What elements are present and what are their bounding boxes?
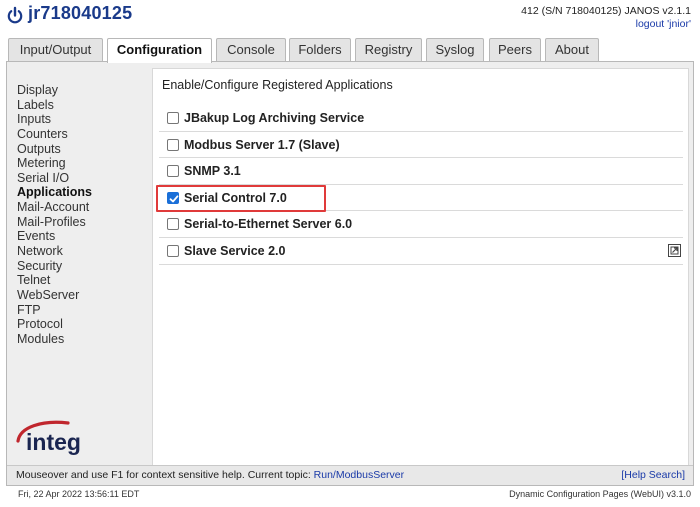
header: jr718040125 412 (S/N 718040125) JANOS v2… [0,0,700,36]
app-checkbox[interactable] [167,218,179,231]
app-checkbox[interactable] [167,112,179,124]
footer-version: Dynamic Configuration Pages (WebUI) v3.1… [509,489,691,499]
tab-console[interactable]: Console [216,38,286,61]
applications-panel: Enable/Configure Registered Applications… [152,68,689,465]
content-frame: Display Labels Inputs Counters Outputs M… [6,61,694,486]
sidebar-item-ftp[interactable]: FTP [17,303,92,318]
app-list: JBakup Log Archiving Service Modbus Serv… [156,105,683,265]
sidebar-item-serial-io[interactable]: Serial I/O [17,171,92,186]
app-checkbox[interactable] [167,138,179,151]
integ-logo-text: integ [26,429,81,455]
app-label[interactable]: Serial-to-Ethernet Server 6.0 [184,217,352,231]
tab-registry[interactable]: Registry [355,38,422,61]
app-label[interactable]: Serial Control 7.0 [184,191,287,205]
sidebar-item-mail-profiles[interactable]: Mail-Profiles [17,215,92,230]
app-label[interactable]: SNMP 3.1 [184,164,241,178]
app-label[interactable]: Slave Service 2.0 [184,244,285,258]
app-row-snmp: SNMP 3.1 [159,158,683,185]
sidebar-item-events[interactable]: Events [17,229,92,244]
tab-folders[interactable]: Folders [289,38,351,61]
tab-configuration[interactable]: Configuration [107,38,212,63]
sidebar-item-inputs[interactable]: Inputs [17,112,92,127]
tab-input-output[interactable]: Input/Output [8,38,103,61]
sidebar-item-labels[interactable]: Labels [17,98,92,113]
tab-syslog[interactable]: Syslog [426,38,484,61]
app-row-serial-control: Serial Control 7.0 [156,184,683,212]
sidebar-item-webserver[interactable]: WebServer [17,288,92,303]
sidebar-item-metering[interactable]: Metering [17,156,92,171]
main-area: Enable/Configure Registered Applications… [148,62,693,465]
integ-logo: integ [12,417,102,457]
sidebar-item-applications[interactable]: Applications [17,185,92,200]
app-row-jbakup: JBakup Log Archiving Service [159,105,683,132]
app-checkbox[interactable] [167,244,179,257]
sidebar-item-outputs[interactable]: Outputs [17,142,92,157]
unit-title: jr718040125 [28,3,133,23]
help-text: Mouseover and use F1 for context sensiti… [16,466,404,485]
tab-about[interactable]: About [545,38,599,61]
sidebar-item-protocol[interactable]: Protocol [17,317,92,332]
footer-datetime: Fri, 22 Apr 2022 13:56:11 EDT [18,489,140,499]
app-row-serial-to-ethernet: Serial-to-Ethernet Server 6.0 [159,211,683,238]
sidebar-item-mail-account[interactable]: Mail-Account [17,200,92,215]
sidebar-item-counters[interactable]: Counters [17,127,92,142]
external-link-icon[interactable] [668,243,681,257]
sidebar-item-modules[interactable]: Modules [17,332,92,347]
help-search-link[interactable]: [Help Search] [621,466,685,485]
app-label[interactable]: Modbus Server 1.7 (Slave) [184,138,340,152]
app-label[interactable]: JBakup Log Archiving Service [184,111,364,125]
unit-info: 412 (S/N 718040125) JANOS v2.1.1 [521,5,691,17]
sidebar: Display Labels Inputs Counters Outputs M… [7,62,148,465]
sidebar-item-display[interactable]: Display [17,83,92,98]
help-bar: Mouseover and use F1 for context sensiti… [7,465,693,485]
sidebar-item-security[interactable]: Security [17,259,92,274]
app-row-modbus: Modbus Server 1.7 (Slave) [159,132,683,159]
panel-title: Enable/Configure Registered Applications [162,78,393,92]
help-text-prefix: Mouseover and use F1 for context sensiti… [16,469,314,481]
app-row-slave-service: Slave Service 2.0 [159,238,683,265]
tab-peers[interactable]: Peers [489,38,541,61]
sidebar-item-network[interactable]: Network [17,244,92,259]
sidebar-nav: Display Labels Inputs Counters Outputs M… [17,83,92,347]
logout-link[interactable]: logout 'jnior' [636,18,691,30]
app-checkbox-checked[interactable] [167,191,179,204]
sidebar-item-telnet[interactable]: Telnet [17,273,92,288]
power-icon [7,6,23,24]
app-checkbox[interactable] [167,165,179,178]
help-topic-link[interactable]: Run/ModbusServer [314,469,404,481]
